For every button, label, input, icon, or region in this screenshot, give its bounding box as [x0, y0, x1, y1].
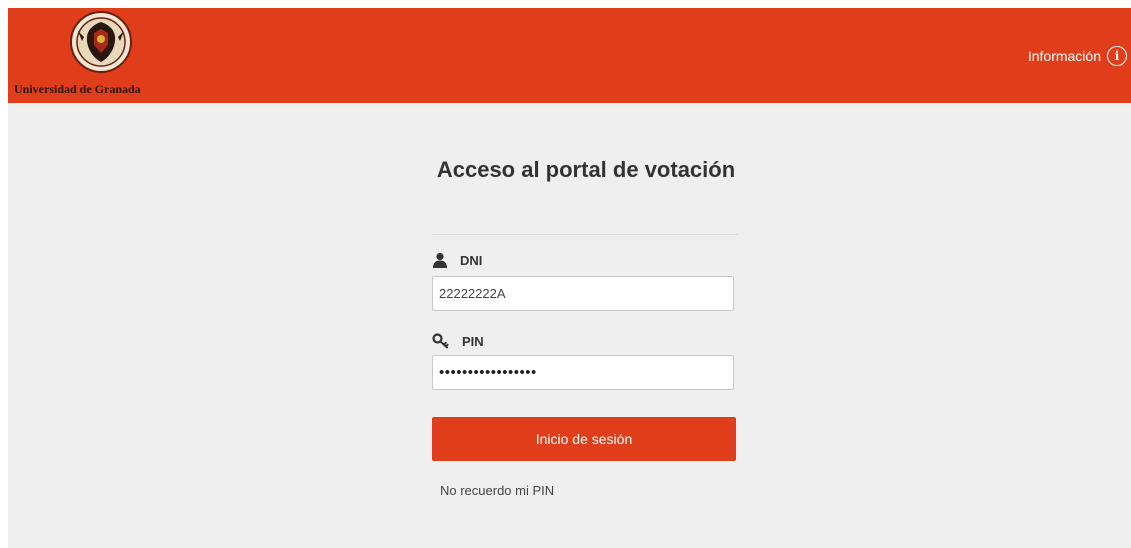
login-button[interactable]: Inicio de sesión: [432, 417, 736, 461]
pin-label-row: PIN: [432, 333, 484, 349]
info-circle-icon: i: [1107, 46, 1127, 66]
page: Universidad de Granada Información i Acc…: [8, 8, 1131, 548]
key-icon: [432, 333, 449, 349]
pin-input[interactable]: [432, 355, 734, 390]
forgot-pin-link[interactable]: No recuerdo mi PIN: [440, 483, 554, 498]
info-label: Información: [1027, 48, 1101, 64]
university-name: Universidad de Granada: [14, 82, 141, 96]
university-seal-logo[interactable]: [70, 11, 132, 73]
dni-input[interactable]: [432, 276, 734, 311]
divider: [432, 234, 738, 235]
pin-label: PIN: [462, 333, 484, 349]
info-link[interactable]: Información i: [1028, 46, 1127, 66]
header-bar: Universidad de Granada Información i: [8, 8, 1131, 103]
dni-label-row: DNI: [432, 252, 482, 268]
page-title: Acceso al portal de votación: [436, 157, 736, 182]
user-icon: [433, 252, 447, 268]
dni-label: DNI: [460, 252, 483, 268]
